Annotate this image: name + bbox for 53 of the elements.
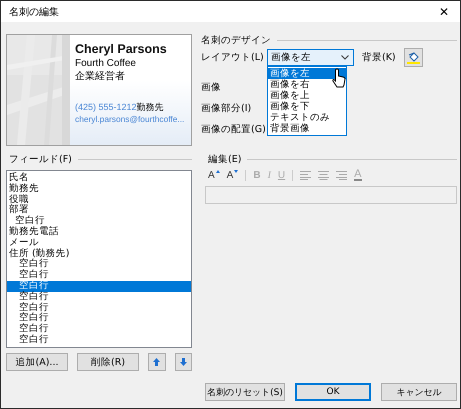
close-button[interactable]: ✕ (436, 4, 452, 18)
field-item[interactable]: 部署 (7, 205, 191, 216)
dialog-button[interactable]: 名刺のリセット(S) (205, 383, 285, 401)
list-button[interactable]: 削除(R) (77, 353, 140, 371)
field-item[interactable]: 勤務先電話 (7, 226, 191, 238)
field-item[interactable]: 空白行 (7, 270, 191, 281)
field-item[interactable]: 空白行 (7, 313, 191, 324)
card-email: cheryl.parsons@fourthcoffe... (75, 113, 184, 125)
dropdown-option[interactable]: テキストのみ (268, 112, 346, 123)
background-color-button[interactable] (404, 48, 423, 67)
dropdown-option[interactable]: 画像を上 (268, 90, 346, 101)
dialog-button[interactable]: OK (295, 383, 371, 401)
card-phone-label: 勤務先 (136, 101, 164, 113)
move-up-button[interactable] (148, 353, 166, 371)
window-title: 名刺の編集 (9, 6, 59, 18)
move-down-button[interactable] (174, 353, 192, 371)
field-item[interactable]: 住所 (勤務先) (7, 248, 191, 260)
card-job-title: 企業経営者 (75, 70, 126, 83)
field-item[interactable]: 役職 (7, 194, 191, 206)
triangle-icon (234, 170, 238, 172)
triangle-icon (216, 170, 220, 172)
chevron-icon (341, 55, 349, 60)
field-item[interactable]: 空白行 (7, 259, 191, 270)
field-item[interactable]: 空白行 (7, 216, 191, 227)
dropdown-option[interactable]: 画像を左 (268, 68, 346, 79)
edit-field[interactable] (205, 186, 457, 204)
field-item[interactable]: 氏名 (7, 173, 191, 184)
field-item[interactable]: 空白行 (7, 324, 191, 335)
group-title: フィールド(F) (8, 152, 72, 166)
field-item[interactable]: 空白行 (7, 302, 191, 314)
layout-label: レイアウト(L) (201, 51, 265, 64)
card-company: Fourth Coffee (75, 57, 137, 70)
group-title: 編集(E) (207, 152, 242, 166)
image-area-label: 画像部分(I) (201, 102, 252, 115)
arrow-up-icon (153, 358, 160, 366)
card-name: Cheryl Parsons (75, 41, 168, 57)
image-position-label: 画像の配置(G) (201, 123, 267, 136)
dropdown-option[interactable]: 画像を下 (268, 101, 346, 112)
field-item[interactable]: 空白行 (7, 334, 191, 346)
font-shrink-button[interactable]: A (226, 170, 238, 180)
field-item[interactable]: メール (7, 238, 191, 249)
list-button[interactable]: 追加(A)... (6, 353, 68, 371)
background-label: 背景(K) (362, 51, 396, 64)
dialog-button[interactable]: キャンセル (381, 383, 457, 401)
field-item[interactable]: 勤務先 (7, 184, 191, 195)
paint-bucket-icon (406, 51, 420, 64)
group-title: 名刺のデザイン (200, 34, 271, 46)
card-phone: (425) 555-1212 (75, 101, 137, 113)
font-grow-button[interactable]: A (208, 170, 220, 180)
image-label: 画像 (201, 81, 222, 94)
arrow-down-icon (180, 358, 187, 366)
dropdown-option[interactable]: 背景画像 (268, 123, 346, 134)
field-item[interactable]: 空白行 (7, 292, 191, 303)
